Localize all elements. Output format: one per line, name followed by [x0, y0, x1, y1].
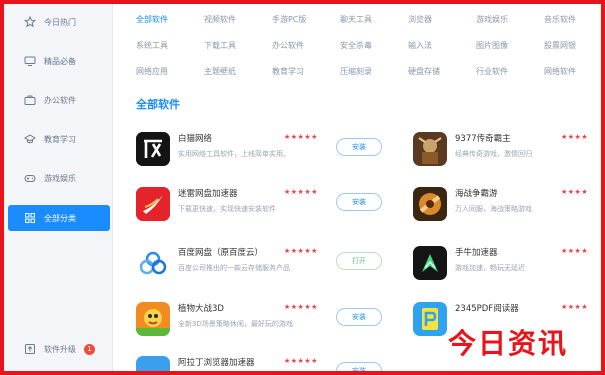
app-name: 迷雷网盘加速器 — [178, 189, 238, 199]
upgrade-icon — [25, 344, 35, 354]
sidebar-item-label: 游戏娱乐 — [44, 173, 76, 183]
category-link[interactable]: 教育学习 — [272, 66, 340, 77]
app-list-item[interactable]: 白猫网络 实用网络工具软件，上线简单实用。 ★★★★★ 安装 — [136, 128, 382, 168]
category-link[interactable]: 聊天工具 — [340, 14, 408, 25]
app-list-item[interactable]: 阿拉丁浏览器加速器 ★★★★★ 安装 — [136, 352, 382, 371]
app-list-item[interactable]: 植物大战3D 全新3D场景策略休闲，最好玩的游戏 ★★★★★ 安装 — [136, 298, 382, 338]
sidebar: 今日热门 精品必备 办公软件 教育学习 游戏娱乐 全部分类 软件升级 1 — [4, 4, 113, 371]
app-description: 实用网络工具软件，上线简单实用。 — [178, 150, 290, 158]
rating-stars: ★★★★ — [561, 247, 589, 255]
briefcase-icon — [24, 95, 36, 105]
rating-stars: ★★★★ — [561, 133, 589, 141]
category-link[interactable]: 视频软件 — [204, 14, 272, 25]
category-link[interactable]: 网络软件 — [544, 66, 601, 77]
category-link[interactable]: 游戏娱乐 — [476, 14, 544, 25]
app-list-item[interactable]: 9377传奇霸主 经典传奇游戏，激情回归 ★★★★ — [413, 128, 601, 168]
graduation-icon — [24, 134, 36, 144]
app-list-item[interactable]: 百度网盘（原百度云） 百度公司推出的一款云存储服务产品 ★★★★★ 打开 — [136, 242, 382, 282]
rating-stars: ★★★★★ — [284, 133, 318, 141]
app-icon-sea-war-game — [413, 187, 447, 221]
app-description: 游戏加速，畅玩无延迟 — [455, 264, 525, 272]
sidebar-item-upgrade[interactable]: 软件升级 1 — [8, 336, 110, 362]
category-row-2: 系统工具 下载工具 办公软件 安全杀毒 输入法 图片图像 股票网银 — [136, 40, 601, 51]
watermark-logo: 今日资讯 — [448, 327, 569, 360]
install-button[interactable]: 安装 — [336, 138, 382, 156]
sidebar-item-all-categories[interactable]: 全部分类 — [8, 205, 110, 231]
category-link[interactable]: 网络应用 — [136, 66, 204, 77]
sidebar-item-label: 今日热门 — [44, 17, 76, 27]
install-button[interactable]: 安装 — [336, 362, 382, 371]
app-icon-baimao — [136, 132, 170, 166]
app-description: 下载更快速，实现快速安装软件 — [178, 205, 276, 213]
app-list-item[interactable]: 迷雷网盘加速器 下载更快速，实现快速安装软件 ★★★★★ 安装 — [136, 183, 382, 223]
section-title: 全部软件 — [136, 98, 180, 111]
open-button[interactable]: 打开 — [336, 252, 382, 270]
category-link[interactable]: 行业软件 — [476, 66, 544, 77]
sidebar-item-education[interactable]: 教育学习 — [8, 126, 110, 152]
sidebar-item-label: 办公软件 — [44, 95, 76, 105]
app-name: 2345PDF阅读器 — [455, 304, 519, 314]
app-description: 百度公司推出的一款云存储服务产品 — [178, 264, 290, 272]
app-icon-plants-game — [136, 302, 170, 336]
category-link[interactable]: 系统工具 — [136, 40, 204, 51]
sidebar-item-games[interactable]: 游戏娱乐 — [8, 165, 110, 191]
app-name: 植物大战3D — [178, 304, 224, 314]
sidebar-item-label: 软件升级 — [44, 344, 76, 354]
gamepad-icon — [24, 175, 36, 182]
category-link[interactable]: 安全杀毒 — [340, 40, 408, 51]
category-link[interactable]: 压缩刻录 — [340, 66, 408, 77]
app-name: 百度网盘（原百度云） — [178, 248, 264, 258]
sidebar-item-label: 全部分类 — [44, 213, 76, 223]
sidebar-item-label: 教育学习 — [44, 134, 76, 144]
app-list-item[interactable]: 海战争霸游 万人同服，海战策略游戏 ★★★★ — [413, 183, 601, 223]
app-description: 万人同服，海战策略游戏 — [455, 205, 532, 213]
app-icon-legend-game — [413, 132, 447, 166]
install-button[interactable]: 安装 — [336, 193, 382, 211]
app-name: 海战争霸游 — [455, 189, 498, 199]
sidebar-item-office[interactable]: 办公软件 — [8, 87, 110, 113]
category-link[interactable]: 图片图像 — [476, 40, 544, 51]
sidebar-item-essentials[interactable]: 精品必备 — [8, 48, 110, 74]
star-icon — [24, 16, 36, 28]
app-icon-accelerator — [413, 246, 447, 280]
app-name: 9377传奇霸主 — [455, 134, 511, 144]
app-name: 白猫网络 — [178, 134, 213, 144]
category-row-1: 全部软件 视频软件 手游PC版 聊天工具 浏览器 游戏娱乐 音乐软件 — [136, 14, 601, 25]
install-button[interactable]: 安装 — [336, 308, 382, 326]
app-icon-baidu-netdisk — [136, 246, 170, 280]
category-link[interactable]: 浏览器 — [408, 14, 476, 25]
rating-stars: ★★★★ — [561, 303, 589, 311]
sidebar-item-today-hot[interactable]: 今日热门 — [8, 9, 110, 35]
app-description: 经典传奇游戏，激情回归 — [455, 150, 532, 158]
rating-stars: ★★★★★ — [284, 247, 318, 255]
rating-stars: ★★★★★ — [284, 357, 318, 365]
app-name: 手牛加速器 — [455, 248, 498, 258]
category-link[interactable]: 办公软件 — [272, 40, 340, 51]
category-link[interactable]: 手游PC版 — [272, 14, 340, 25]
category-link[interactable]: 下载工具 — [204, 40, 272, 51]
grid-icon — [25, 213, 35, 223]
category-link[interactable]: 主题壁纸 — [204, 66, 272, 77]
rating-stars: ★★★★★ — [284, 188, 318, 196]
main-content: 全部软件 视频软件 手游PC版 聊天工具 浏览器 游戏娱乐 音乐软件 系统工具 … — [113, 4, 601, 371]
update-count-badge: 1 — [84, 343, 95, 355]
category-link[interactable]: 硬盘存储 — [408, 66, 476, 77]
rating-stars: ★★★★★ — [284, 303, 318, 311]
app-name: 阿拉丁浏览器加速器 — [178, 358, 255, 368]
monitor-icon — [24, 56, 36, 66]
category-link[interactable]: 股票网银 — [544, 40, 601, 51]
category-link[interactable]: 音乐软件 — [544, 14, 601, 25]
rating-stars: ★★★★ — [561, 188, 589, 196]
category-row-3: 网络应用 主题壁纸 教育学习 压缩刻录 硬盘存储 行业软件 网络软件 — [136, 66, 601, 77]
app-list-item[interactable]: 手牛加速器 游戏加速，畅玩无延迟 ★★★★ — [413, 242, 601, 282]
app-icon-pdf-reader — [413, 302, 447, 336]
category-link[interactable]: 全部软件 — [136, 14, 204, 25]
category-link[interactable]: 输入法 — [408, 40, 476, 51]
app-icon-xunlei — [136, 187, 170, 221]
app-description: 全新3D场景策略休闲，最好玩的游戏 — [178, 320, 293, 328]
sidebar-item-label: 精品必备 — [44, 56, 76, 66]
app-icon-aladdin — [136, 356, 170, 371]
